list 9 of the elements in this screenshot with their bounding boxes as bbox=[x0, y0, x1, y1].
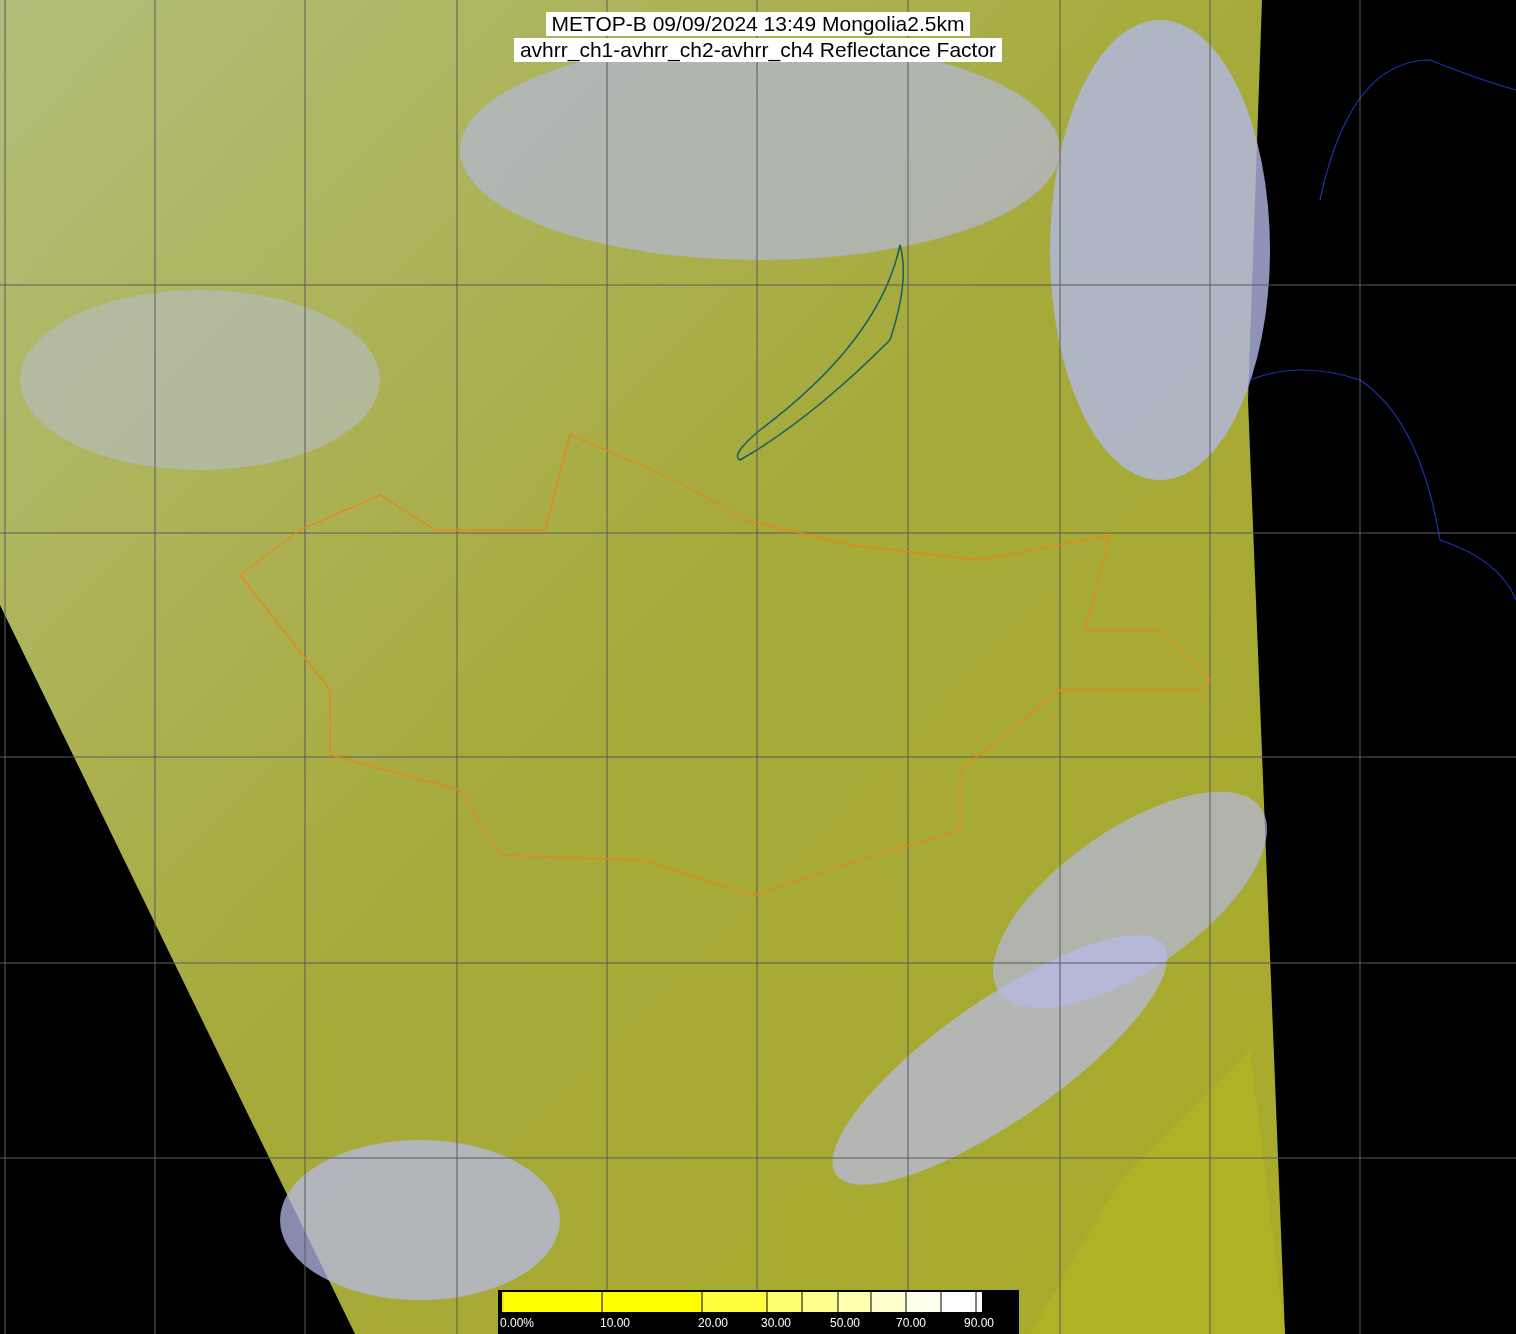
scale-label: 30.00 bbox=[761, 1315, 793, 1332]
scale-label: 90.00 bbox=[964, 1315, 996, 1332]
scale-label: 70.00 bbox=[896, 1315, 928, 1332]
scale-label: 20.00 bbox=[698, 1315, 730, 1332]
scale-label: 50.00 bbox=[830, 1315, 862, 1332]
scale-label: 0.00% bbox=[500, 1315, 536, 1332]
map-title: METOP-B 09/09/2024 13:49 Mongolia2.5km bbox=[545, 12, 971, 36]
scale-label: 10.00 bbox=[600, 1315, 632, 1332]
map-title: avhrr_ch1-avhrr_ch2-avhrr_ch4 Reflectance Factor bbox=[513, 38, 1003, 62]
